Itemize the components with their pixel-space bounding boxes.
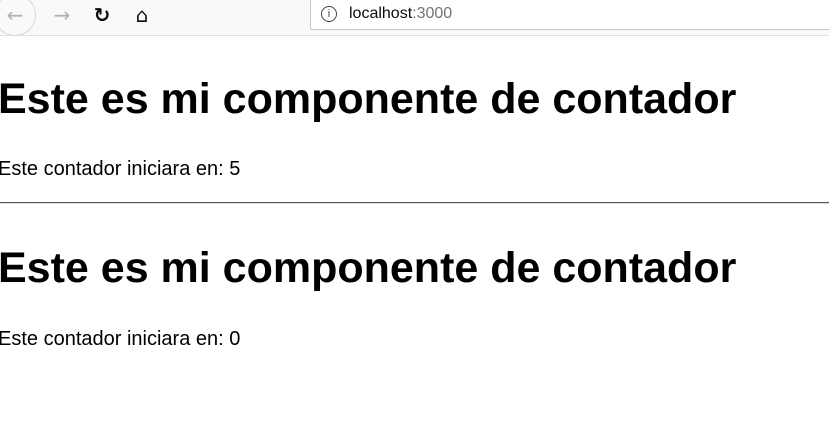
reload-icon[interactable]: ↻ bbox=[84, 0, 120, 30]
back-icon[interactable]: ← bbox=[0, 0, 36, 36]
url-bar[interactable]: i localhost:3000 bbox=[310, 0, 829, 30]
counter-title-2: Este es mi componente de contador bbox=[0, 244, 737, 292]
info-icon[interactable]: i bbox=[321, 6, 337, 22]
url-port: :3000 bbox=[412, 5, 453, 22]
counter-text-2: Este contador iniciara en: 0 bbox=[0, 328, 241, 350]
home-icon[interactable]: ⌂ bbox=[124, 0, 160, 30]
counter-title-1: Este es mi componente de contador bbox=[0, 75, 737, 123]
divider bbox=[0, 202, 829, 204]
counter-text-1: Este contador iniciara en: 5 bbox=[0, 158, 241, 180]
url-host: localhost bbox=[349, 5, 413, 22]
forward-icon[interactable]: → bbox=[44, 0, 80, 30]
browser-toolbar: ← → ↻ ⌂ i localhost:3000 bbox=[0, 0, 829, 36]
